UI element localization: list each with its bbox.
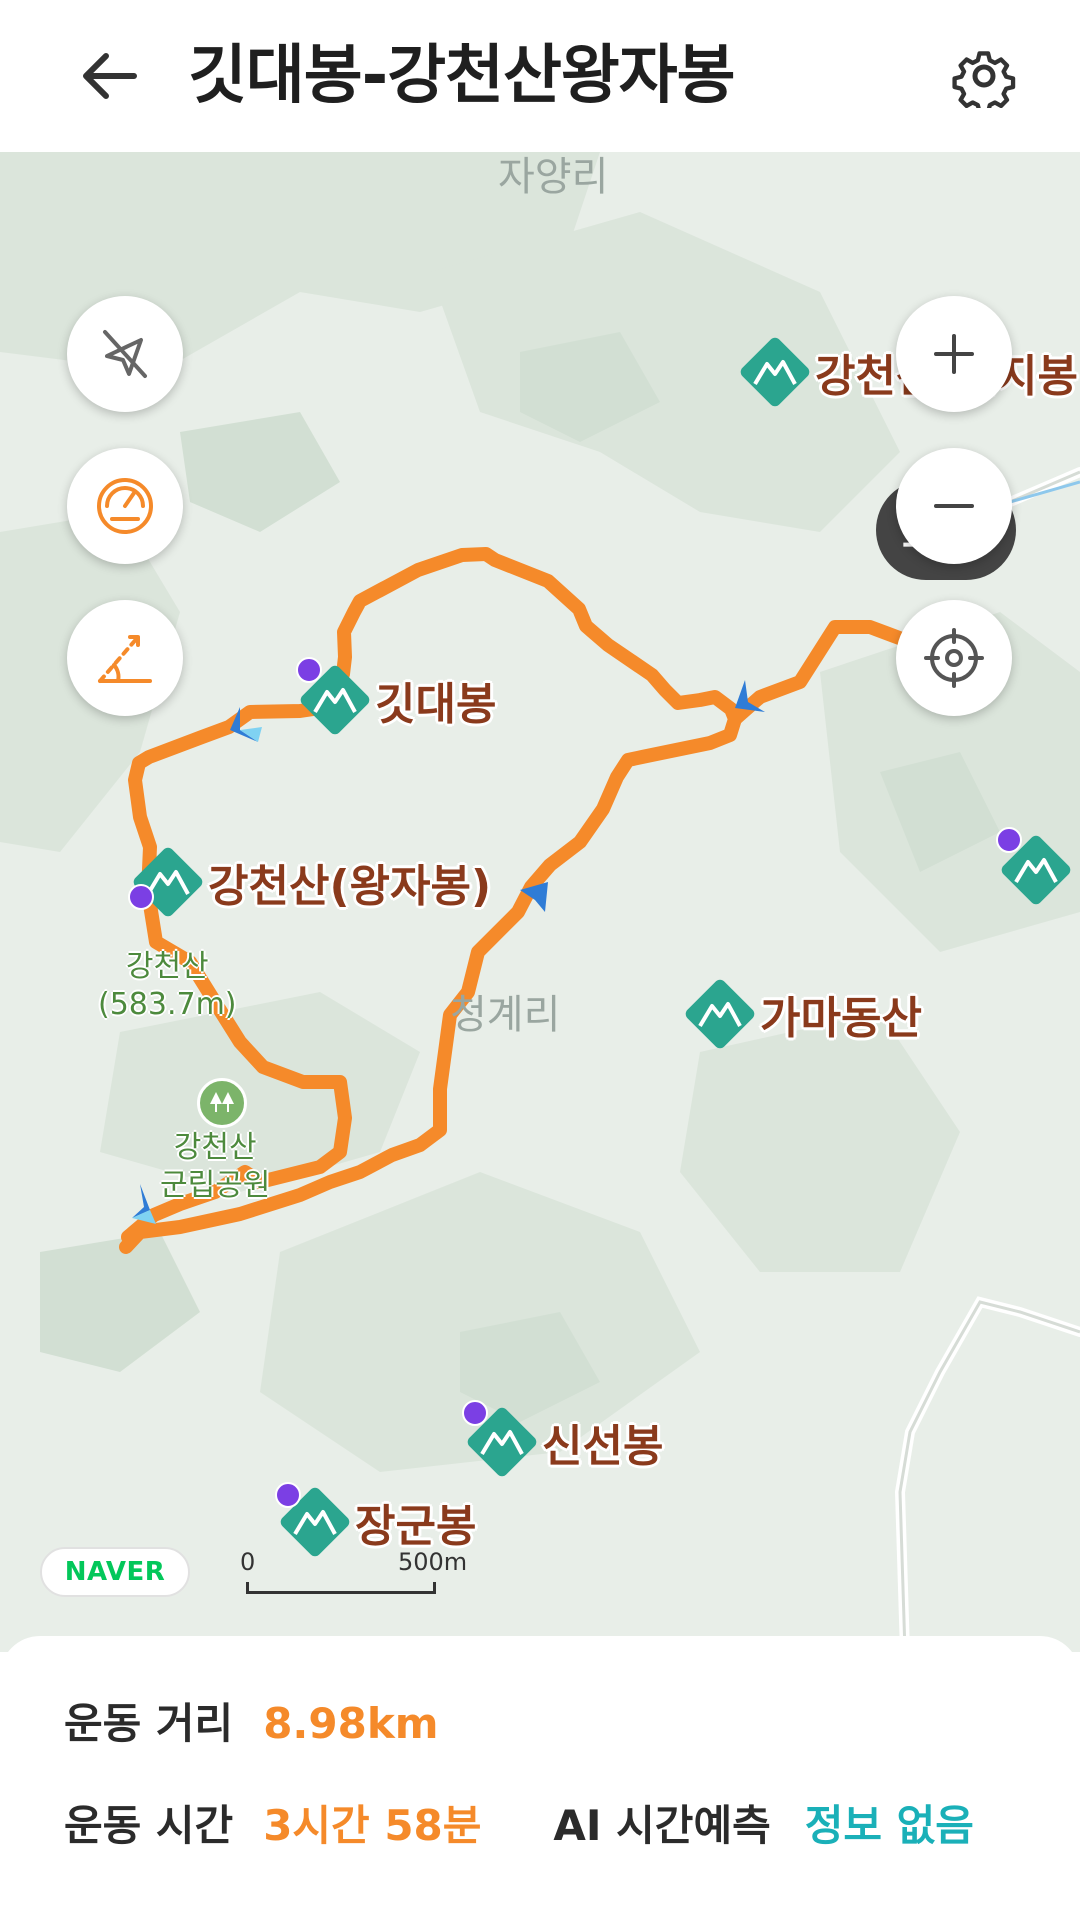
- zoom-out-button[interactable]: [896, 448, 1012, 564]
- slope-icon: [98, 635, 152, 683]
- gear-icon: [952, 51, 1016, 108]
- distance-row: 운동 거리 8.98km: [64, 1690, 439, 1751]
- mountain-marker-icon: [685, 979, 755, 1049]
- plus-icon: [934, 334, 974, 374]
- speed-gauge-button[interactable]: [67, 448, 183, 564]
- crosshair-icon: [924, 628, 984, 688]
- compass-off-icon: [103, 330, 147, 378]
- park-label-line1: 강천산: [173, 1130, 257, 1165]
- ai-prediction-label: AI 시간예측: [553, 1801, 771, 1850]
- time-row: 운동 시간 3시간 58분 AI 시간예측 정보 없음: [64, 1792, 974, 1853]
- poi-label: 신선봉: [542, 1421, 664, 1472]
- summit-badge-icon: [128, 884, 154, 910]
- my-location-button[interactable]: [896, 600, 1012, 716]
- map-scale-bar: 0 500m: [240, 1548, 467, 1598]
- poi-gamadongsan[interactable]: 가마동산: [680, 974, 922, 1054]
- poi-gangcheonsan-wangjabong[interactable]: 강천산(왕자봉): [128, 842, 491, 922]
- time-value: 3시간 58분: [263, 1801, 482, 1850]
- ai-prediction-value: 정보 없음: [804, 1801, 974, 1850]
- back-button[interactable]: [70, 36, 150, 116]
- compass-toggle-button[interactable]: [67, 296, 183, 412]
- mountain-marker-icon: [740, 337, 810, 407]
- poi-label: 깃대봉: [375, 679, 497, 730]
- naver-logo: NAVER: [40, 1547, 190, 1597]
- summit-elevation-label: 강천산 (583.7m): [98, 948, 237, 1024]
- settings-button[interactable]: [944, 36, 1024, 116]
- scale-zero-label: 0: [240, 1548, 256, 1576]
- park-icon: [197, 1078, 247, 1128]
- mountain-marker-icon: [133, 847, 203, 917]
- poi-label: 강천산(왕자봉): [208, 861, 492, 912]
- page-title: 깃대봉-강천산왕자봉: [188, 39, 735, 113]
- map-view[interactable]: 강천산(천지봉 깃대봉 강천산(왕자봉) 가마동산: [0, 152, 1080, 1652]
- speedometer-icon: [97, 478, 153, 534]
- back-arrow-icon: [83, 53, 137, 99]
- distance-label: 운동 거리: [64, 1699, 234, 1748]
- zoom-in-button[interactable]: [896, 296, 1012, 412]
- park-label-line2: 군립공원: [160, 1168, 271, 1203]
- place-label-village-top: 자양리: [498, 154, 609, 200]
- scale-bar-line: [246, 1582, 436, 1594]
- poi-label: 장군봉: [355, 1501, 477, 1552]
- time-label: 운동 시간: [64, 1801, 234, 1850]
- scale-max-label: 500m: [398, 1548, 468, 1576]
- summit-name: 강천산: [125, 949, 209, 984]
- summit-badge-icon: [296, 657, 322, 683]
- poi-label: 가마동산: [760, 993, 922, 1044]
- minus-icon: [934, 504, 974, 508]
- distance-value: 8.98km: [263, 1699, 439, 1748]
- summit-badge-icon: [275, 1482, 301, 1508]
- park-label: 강천산 군립공원: [160, 1129, 270, 1205]
- poi-gitdaebong[interactable]: 깃대봉: [295, 660, 496, 740]
- poi-sinseonbong[interactable]: 신선봉: [462, 1402, 663, 1482]
- place-label-village-center: 청계리: [450, 992, 561, 1038]
- stats-sheet: 운동 거리 8.98km 운동 시간 3시간 58분 AI 시간예측 정보 없음: [0, 1636, 1080, 1911]
- app-header: 깃대봉-강천산왕자봉: [0, 0, 1080, 152]
- summit-badge-icon: [996, 827, 1022, 853]
- summit-elevation: (583.7m): [98, 987, 237, 1022]
- elevation-profile-button[interactable]: [67, 600, 183, 716]
- summit-badge-icon: [462, 1400, 488, 1426]
